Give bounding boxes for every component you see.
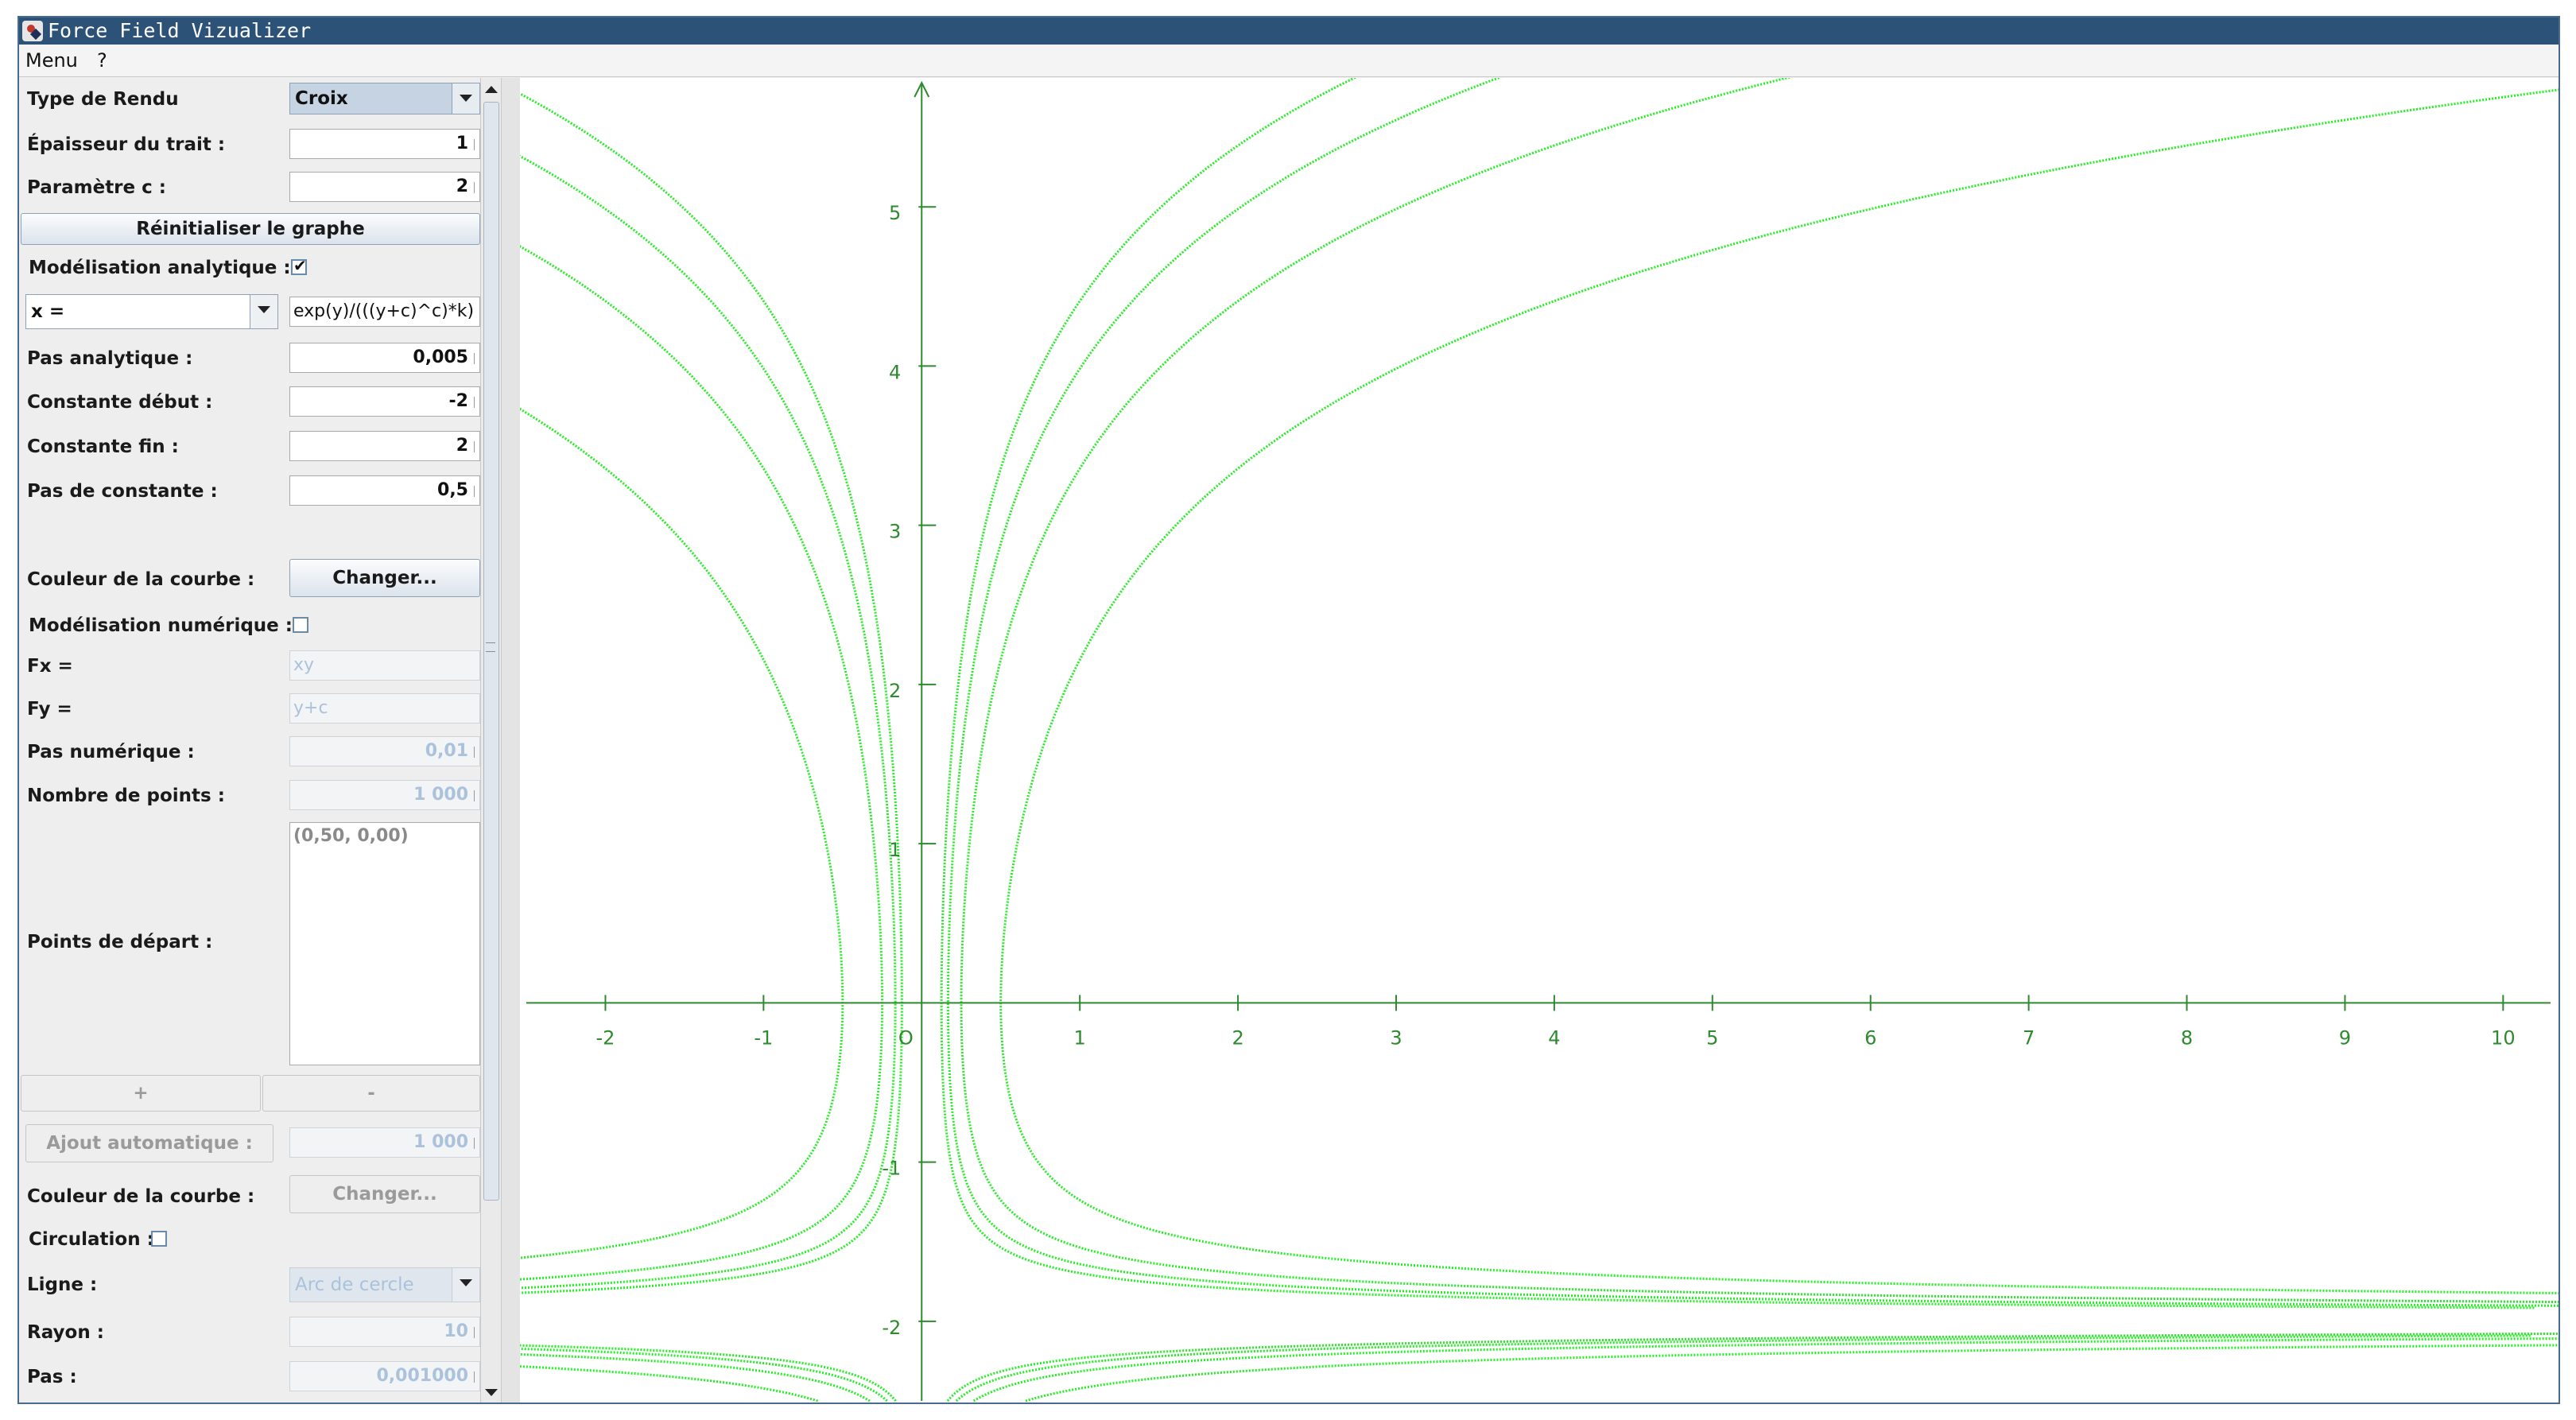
field-curve: [940, 78, 2559, 1403]
pas-constante-spinner[interactable]: 0,5: [289, 475, 480, 506]
fx-input[interactable]: xy: [289, 650, 480, 681]
x-tick-label: 3: [1390, 1026, 1402, 1049]
reset-graph-button[interactable]: Réinitialiser le graphe: [21, 213, 480, 245]
rayon-label: Rayon :: [27, 1322, 104, 1343]
pas-label: Pas :: [27, 1367, 77, 1387]
grip-icon: [486, 642, 495, 652]
ligne-select[interactable]: Arc de cercle: [289, 1267, 480, 1302]
constante-debut-spinner[interactable]: -2: [289, 386, 480, 417]
x-tick-label: 1: [1074, 1026, 1086, 1049]
app-window: Force Field Vizualizer Menu ? Type de Re…: [17, 16, 2560, 1404]
fx-label: Fx =: [27, 656, 73, 677]
x-tick-label: -1: [754, 1026, 773, 1049]
scroll-down-icon[interactable]: [485, 1389, 498, 1396]
pas-analytique-label: Pas analytique :: [27, 348, 193, 369]
type-rendu-label: Type de Rendu: [27, 89, 179, 110]
x-tick-label: 7: [2023, 1026, 2035, 1049]
graph-area[interactable]: -2 -1 O 1 2 3 4 5 6 7 8 9 10 5 4 3 2 1 -1 -2: [520, 78, 2559, 1403]
menu-item-help[interactable]: ?: [97, 45, 107, 76]
pas-spinner[interactable]: 0,001000: [289, 1361, 480, 1391]
epaisseur-spinner[interactable]: 1: [289, 129, 480, 159]
param-c-spinner[interactable]: 2: [289, 172, 480, 202]
change-color-2-button[interactable]: Changer...: [289, 1175, 480, 1213]
chevron-down-icon[interactable]: [250, 295, 277, 328]
points-depart-textarea[interactable]: (0,50, 0,00): [289, 822, 480, 1065]
equation-variable-select[interactable]: x =: [25, 294, 278, 329]
nombre-points-label: Nombre de points :: [27, 786, 225, 806]
y-tick-label: 4: [889, 361, 901, 383]
analytique-label: Modélisation analytique :: [29, 258, 291, 278]
chevron-down-icon[interactable]: [452, 83, 479, 114]
x-tick-label: 10: [2491, 1026, 2516, 1049]
auto-add-spinner[interactable]: 1 000: [289, 1127, 480, 1158]
chevron-down-icon[interactable]: [452, 1268, 479, 1302]
field-curve: [999, 88, 2559, 1403]
ligne-label: Ligne :: [27, 1275, 98, 1295]
epaisseur-label: Épaisseur du trait :: [27, 134, 226, 155]
settings-panel: Type de Rendu Croix Épaisseur du trait :…: [19, 78, 480, 1403]
param-c-label: Paramètre c :: [27, 177, 166, 198]
menu-item-menu[interactable]: Menu: [25, 45, 78, 76]
remove-point-button[interactable]: -: [262, 1075, 480, 1112]
equation-variable-value: x =: [31, 301, 65, 322]
add-point-button[interactable]: +: [21, 1075, 261, 1112]
y-tick-label: 5: [889, 202, 901, 224]
field-curve: [946, 78, 2559, 1403]
x-tick-label: 5: [1706, 1026, 1718, 1049]
numerique-label: Modélisation numérique :: [29, 615, 293, 636]
pas-analytique-spinner[interactable]: 0,005: [289, 343, 480, 373]
constante-fin-label: Constante fin :: [27, 436, 179, 457]
type-rendu-select[interactable]: Croix: [289, 83, 480, 114]
couleur-courbe-label: Couleur de la courbe :: [27, 569, 255, 590]
auto-add-button[interactable]: Ajout automatique :: [25, 1124, 274, 1162]
pas-numerique-spinner[interactable]: 0,01: [289, 736, 480, 766]
couleur-courbe-2-label: Couleur de la courbe :: [27, 1186, 255, 1207]
circulation-checkbox[interactable]: [151, 1231, 167, 1247]
analytique-checkbox[interactable]: [291, 256, 307, 275]
y-tick-label: 2: [889, 680, 901, 702]
x-tick-label: 4: [1548, 1026, 1560, 1049]
panel-scrollbar[interactable]: [480, 78, 502, 1403]
numerique-checkbox[interactable]: [293, 617, 308, 633]
x-tick-label: 9: [2339, 1026, 2351, 1049]
app-icon: [22, 21, 43, 41]
y-tick-label: -2: [882, 1317, 901, 1339]
y-tick-label: 1: [889, 839, 901, 861]
rayon-spinner[interactable]: 10: [289, 1317, 480, 1347]
ligne-value: Arc de cercle: [295, 1275, 414, 1295]
field-curve: [520, 245, 883, 1403]
x-tick-label: -2: [596, 1026, 615, 1049]
split-pane-divider[interactable]: [501, 78, 522, 1403]
x-tick-label: 8: [2181, 1026, 2193, 1049]
field-curve: [520, 92, 903, 1402]
constante-debut-label: Constante début :: [27, 392, 213, 413]
equation-input[interactable]: exp(y)/(((y+c)^c)*k): [289, 297, 480, 327]
scroll-up-icon[interactable]: [485, 86, 498, 93]
x-tick-label: 6: [1864, 1026, 1876, 1049]
nombre-points-spinner[interactable]: 1 000: [289, 780, 480, 810]
change-color-button[interactable]: Changer...: [289, 559, 480, 597]
field-curve: [520, 407, 844, 1403]
y-tick-label: -1: [882, 1158, 901, 1180]
pas-numerique-label: Pas numérique :: [27, 742, 195, 762]
field-curve: [960, 78, 2559, 1403]
points-depart-label: Points de départ :: [27, 932, 213, 952]
force-field-plot: -2 -1 O 1 2 3 4 5 6 7 8 9 10 5 4 3 2 1 -1 -2: [520, 78, 2559, 1403]
window-title: Force Field Vizualizer: [48, 19, 312, 42]
circulation-label: Circulation :: [29, 1229, 154, 1250]
pas-constante-label: Pas de constante :: [27, 481, 218, 502]
fy-input[interactable]: y+c: [289, 693, 480, 724]
title-bar: Force Field Vizualizer: [19, 17, 2559, 45]
x-tick-label: 2: [1232, 1026, 1243, 1049]
x-tick-label: O: [898, 1026, 914, 1049]
y-tick-label: 3: [889, 521, 901, 543]
fy-label: Fy =: [27, 699, 72, 720]
type-rendu-value: Croix: [295, 88, 348, 109]
constante-fin-spinner[interactable]: 2: [289, 431, 480, 461]
menu-bar: Menu ?: [19, 45, 2559, 77]
